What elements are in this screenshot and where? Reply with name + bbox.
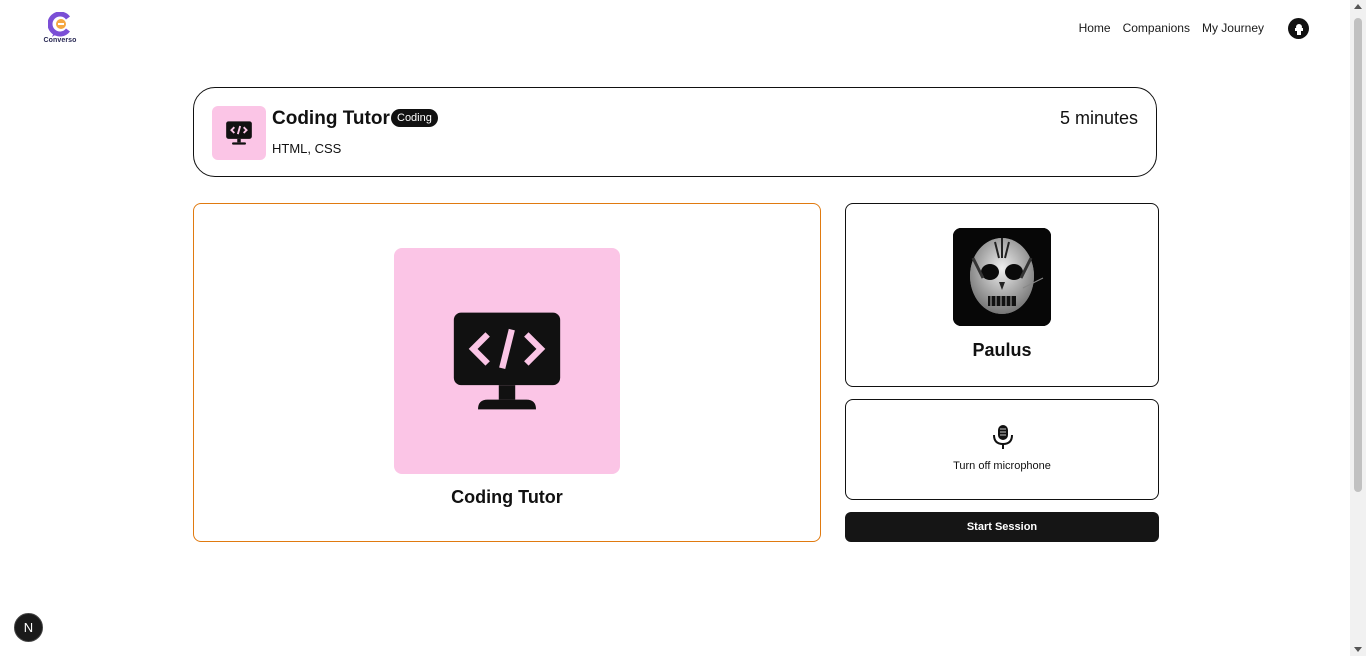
- code-monitor-icon: [226, 121, 252, 145]
- brand-logo[interactable]: Converso: [42, 12, 78, 44]
- topic-text: HTML, CSS: [272, 141, 342, 156]
- nav-home[interactable]: Home: [1079, 21, 1111, 35]
- microphone-toggle[interactable]: Turn off microphone: [845, 399, 1159, 500]
- page-scrollbar[interactable]: [1350, 0, 1366, 656]
- nav-my-journey[interactable]: My Journey: [1202, 21, 1264, 35]
- subject-badge: Coding: [391, 109, 438, 127]
- scroll-down-arrow-icon[interactable]: [1354, 647, 1362, 652]
- subject-icon-tile: [212, 106, 266, 160]
- microphone-label: Turn off microphone: [953, 460, 1051, 472]
- dev-tools-badge[interactable]: N: [14, 613, 43, 642]
- profile-avatar-icon: [1294, 23, 1303, 35]
- brand-name: Converso: [43, 37, 77, 44]
- scroll-thumb[interactable]: [1354, 18, 1362, 492]
- nav-companions[interactable]: Companions: [1123, 21, 1190, 35]
- companion-card: Coding Tutor: [193, 203, 821, 542]
- code-monitor-icon: [453, 312, 561, 410]
- companion-avatar: [394, 248, 620, 474]
- scroll-up-arrow-icon[interactable]: [1354, 4, 1362, 9]
- microphone-icon: [993, 425, 1013, 449]
- user-name: Paulus: [972, 340, 1032, 360]
- start-session-button[interactable]: Start Session: [845, 512, 1159, 542]
- converso-logo-icon: [48, 12, 70, 37]
- user-avatar: [953, 228, 1051, 326]
- session-header-card: Coding Tutor Coding HTML, CSS 5 minutes: [193, 87, 1157, 177]
- companion-title: Coding Tutor: [272, 108, 390, 129]
- skull-mask-image: [953, 228, 1051, 326]
- user-menu-avatar[interactable]: [1288, 18, 1309, 39]
- top-nav: Home Companions My Journey: [1079, 21, 1264, 35]
- user-card: Paulus: [845, 203, 1159, 387]
- companion-name: Coding Tutor: [451, 487, 563, 507]
- session-duration: 5 minutes: [1059, 108, 1138, 128]
